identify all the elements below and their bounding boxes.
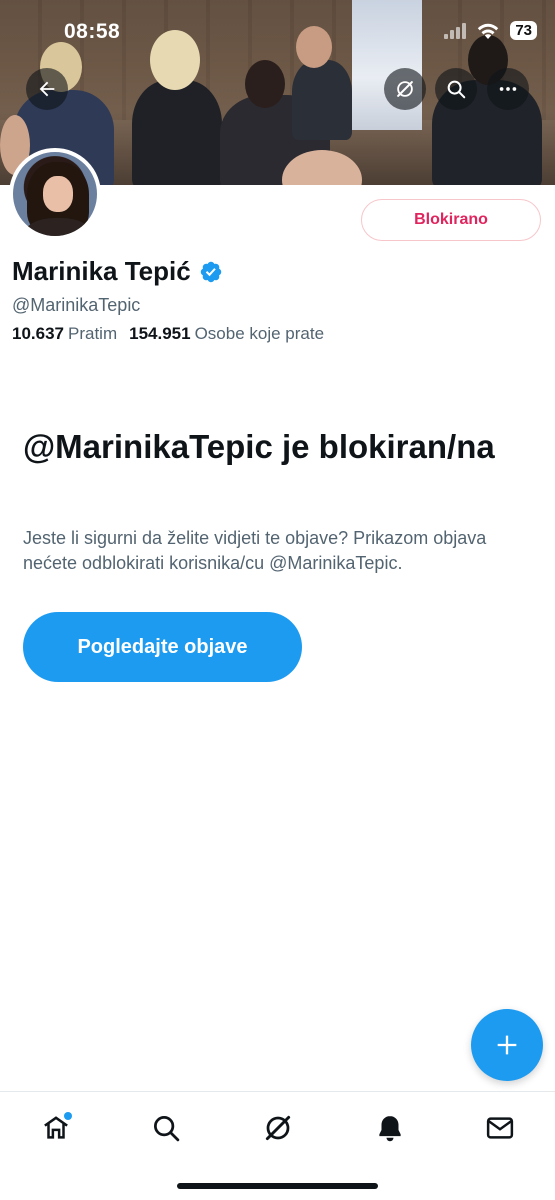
mail-icon	[486, 1117, 514, 1139]
home-indicator	[177, 1183, 378, 1189]
following-count: 10.637	[12, 324, 64, 343]
back-arrow-icon	[39, 81, 55, 97]
profile-name-row: Marinika Tepić	[12, 256, 223, 287]
battery-indicator: 73	[510, 21, 537, 40]
nav-messages[interactable]	[480, 1108, 520, 1148]
display-name: Marinika Tepić	[12, 256, 191, 286]
follow-stats: 10.637 Pratim 154.951 Osobe koje prate	[12, 324, 324, 344]
profile-handle: @MarinikaTepic	[12, 295, 141, 315]
plus-icon	[497, 1035, 517, 1055]
wifi-icon	[478, 23, 499, 39]
nav-search[interactable]	[146, 1108, 186, 1148]
status-time: 08:58	[64, 20, 121, 43]
search-icon	[154, 1116, 180, 1142]
search-icon	[447, 80, 466, 99]
followers-count: 154.951	[129, 324, 191, 343]
more-icon	[499, 87, 517, 91]
more-button[interactable]	[487, 68, 529, 110]
home-notification-dot	[64, 1112, 72, 1120]
grok-icon	[397, 81, 413, 97]
bottom-nav	[0, 1091, 555, 1200]
status-icons: 73	[444, 21, 537, 40]
following-label: Pratim	[68, 324, 118, 343]
view-posts-button[interactable]: Pogledajte objave	[23, 612, 302, 682]
search-button[interactable]	[435, 68, 477, 110]
following-stat[interactable]: 10.637 Pratim	[12, 324, 117, 344]
verified-badge-icon	[200, 261, 221, 282]
banner-flag	[352, 0, 422, 130]
followers-stat[interactable]: 154.951 Osobe koje prate	[129, 324, 324, 344]
nav-notifications[interactable]	[370, 1108, 410, 1148]
blocked-notice-description: Jeste li sigurni da želite vidjeti te ob…	[23, 528, 487, 573]
profile-avatar[interactable]	[9, 148, 101, 240]
compose-fab-button[interactable]	[471, 1009, 543, 1081]
bell-icon	[379, 1116, 401, 1142]
nav-home[interactable]	[36, 1108, 76, 1148]
back-button[interactable]	[26, 68, 68, 110]
followers-label: Osobe koje prate	[194, 324, 325, 343]
nav-grok[interactable]	[258, 1108, 298, 1148]
blocked-button[interactable]: Blokirano	[361, 199, 541, 241]
signal-icon	[444, 22, 467, 39]
grok-button[interactable]	[384, 68, 426, 110]
grok-icon	[265, 1115, 291, 1141]
blocked-notice-title: @MarinikaTepic je blokiran/na	[23, 428, 495, 465]
